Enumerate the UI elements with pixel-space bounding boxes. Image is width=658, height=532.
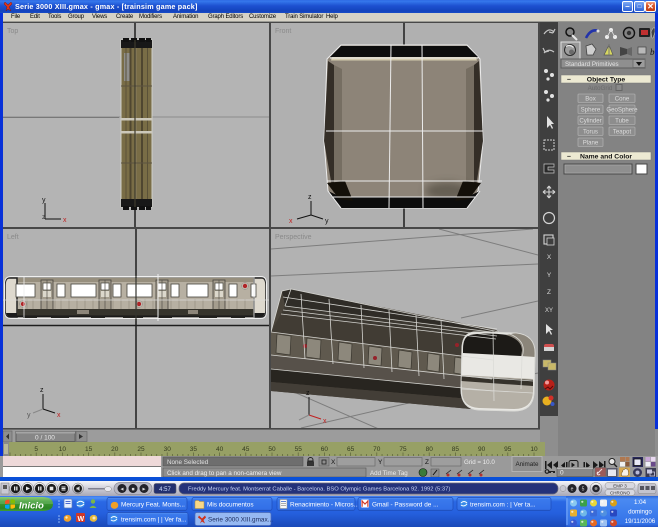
svg-text:None Selected: None Selected [167, 459, 209, 466]
svg-text:85: 85 [452, 446, 460, 453]
svg-text:35: 35 [190, 446, 198, 453]
svg-text:e: e [571, 487, 574, 493]
svg-text:Top: Top [7, 28, 18, 35]
svg-text:z: z [308, 194, 312, 201]
svg-text:75: 75 [399, 446, 407, 453]
svg-text:Torus: Torus [583, 129, 598, 136]
svg-text:b: b [650, 47, 655, 57]
svg-text:X: X [331, 459, 336, 466]
svg-text:Perspective: Perspective [275, 234, 312, 241]
svg-text:0 / 100: 0 / 100 [35, 435, 55, 442]
svg-text:Object Type: Object Type [587, 77, 626, 84]
svg-text:GeoSphere: GeoSphere [606, 107, 638, 114]
svg-text:Left: Left [7, 234, 19, 241]
svg-text:Cylinder: Cylinder [579, 118, 601, 125]
svg-text:Z: Z [425, 459, 429, 466]
svg-text:19/11/2006: 19/11/2006 [625, 518, 656, 525]
svg-text:Cone: Cone [615, 96, 630, 103]
svg-text:domingo: domingo [628, 509, 652, 516]
svg-text:70: 70 [373, 446, 381, 453]
svg-text:60: 60 [321, 446, 329, 453]
svg-text:y: y [42, 197, 46, 204]
svg-text:CHRONO: CHRONO [610, 491, 630, 496]
svg-text:90: 90 [478, 446, 486, 453]
svg-text:Mis documentos: Mis documentos [207, 502, 254, 509]
svg-text:x: x [63, 217, 67, 224]
svg-text:EMP 3: EMP 3 [613, 484, 627, 489]
svg-text:40: 40 [216, 446, 224, 453]
svg-text:◄: ◄ [120, 487, 125, 493]
svg-text:►: ► [142, 487, 147, 493]
svg-text:1:04: 1:04 [634, 499, 647, 506]
svg-text:Serie 3000 XIII.gmax...: Serie 3000 XIII.gmax... [208, 517, 273, 524]
svg-text:X: X [547, 254, 552, 261]
svg-text:Plane: Plane [583, 140, 599, 147]
svg-text:30: 30 [164, 446, 172, 453]
svg-text:z: z [40, 387, 44, 394]
svg-text:Teapot: Teapot [613, 129, 632, 136]
svg-text:50: 50 [268, 446, 276, 453]
svg-text:15: 15 [85, 446, 93, 453]
svg-text:Mercury Feat. Monts...: Mercury Feat. Monts... [121, 502, 185, 509]
svg-text:z: z [306, 390, 310, 397]
svg-text:80: 80 [426, 446, 434, 453]
svg-text:Y: Y [547, 272, 552, 279]
svg-text:95: 95 [504, 446, 512, 453]
svg-text:trensim.com | | Ver fa...: trensim.com | | Ver fa... [121, 517, 187, 524]
svg-text:Z: Z [547, 289, 551, 296]
svg-text:Click and drag to pan a non-ca: Click and drag to pan a non-camera view [167, 470, 282, 477]
svg-text:Add Time Tag: Add Time Tag [370, 470, 408, 477]
svg-text:Freddy Mercury feat. Montserra: Freddy Mercury feat. Montserrat Caballe … [188, 487, 450, 493]
svg-text:5: 5 [582, 487, 585, 493]
svg-text:AutoGrid: AutoGrid [588, 85, 613, 92]
svg-text:55: 55 [295, 446, 303, 453]
svg-text:Sphere: Sphere [581, 107, 601, 114]
svg-text:x: x [289, 218, 293, 225]
svg-text:–: – [567, 154, 571, 161]
svg-text:5: 5 [34, 446, 38, 453]
svg-text:Tube: Tube [615, 118, 629, 125]
svg-text:z: z [42, 215, 45, 221]
svg-text:Animate: Animate [515, 461, 539, 468]
svg-text:W: W [78, 516, 85, 523]
svg-text:Name and Color: Name and Color [580, 154, 632, 161]
svg-text:Standard Primitives: Standard Primitives [565, 61, 619, 68]
svg-text:0: 0 [560, 470, 564, 477]
svg-text:45: 45 [242, 446, 250, 453]
svg-text:Renacimiento - Micros...: Renacimiento - Micros... [290, 502, 359, 509]
svg-text:y: y [325, 218, 329, 225]
svg-text:–: – [567, 77, 571, 84]
svg-text:Y: Y [378, 459, 383, 466]
svg-text:65: 65 [347, 446, 355, 453]
svg-text:10: 10 [530, 446, 538, 453]
svg-text:Inicio: Inicio [19, 501, 44, 512]
svg-text:Gmail - Password de ...: Gmail - Password de ... [372, 502, 439, 509]
svg-text:Front: Front [275, 28, 291, 35]
svg-text:x: x [57, 412, 61, 419]
svg-text:y: y [27, 412, 31, 419]
svg-text:XY: XY [545, 308, 553, 314]
svg-text:x: x [323, 418, 327, 425]
svg-text:4:57: 4:57 [159, 487, 171, 493]
svg-text:Box: Box [585, 96, 596, 103]
svg-text:20: 20 [111, 446, 119, 453]
svg-text:25: 25 [137, 446, 145, 453]
svg-text:Grid = 10.0: Grid = 10.0 [464, 459, 495, 466]
svg-text:trensim.com : | Ver ta...: trensim.com : | Ver ta... [470, 502, 536, 509]
svg-text:■: ■ [131, 487, 134, 493]
svg-text:10: 10 [59, 446, 67, 453]
